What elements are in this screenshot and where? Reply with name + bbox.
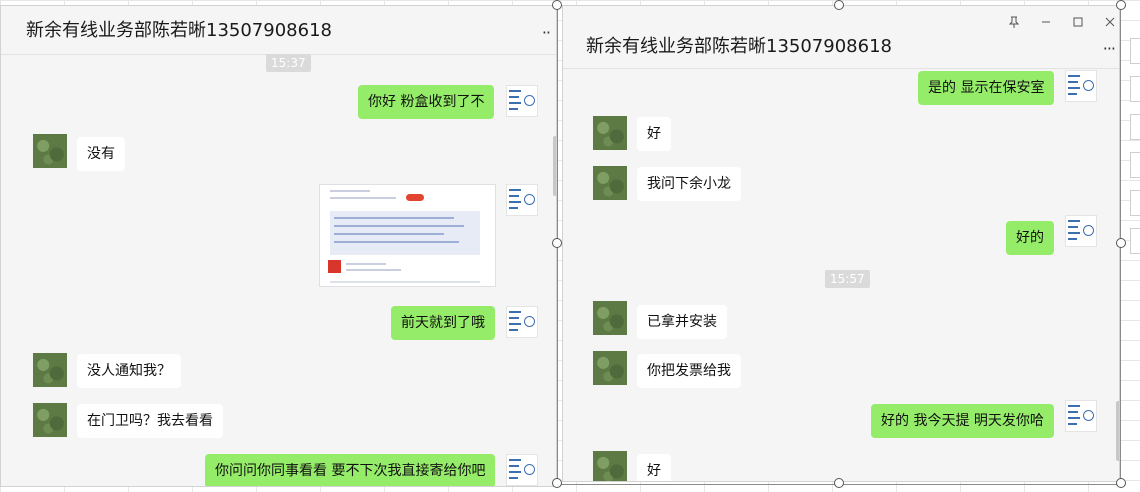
- gutter-cell: [1130, 76, 1140, 102]
- message-bubble-sent[interactable]: 好的 我今天提 明天发你哈: [871, 404, 1054, 438]
- message-bubble-received[interactable]: 没有: [77, 137, 125, 171]
- minimize-icon[interactable]: [1035, 14, 1057, 30]
- contact-avatar[interactable]: [33, 403, 67, 437]
- my-avatar[interactable]: [506, 85, 538, 117]
- resize-handle-top-left[interactable]: [552, 0, 562, 10]
- contact-avatar[interactable]: [593, 166, 627, 200]
- message-bubble-sent[interactable]: 你问问你同事看看 要不下次我直接寄给你吧: [205, 454, 496, 486]
- maximize-icon[interactable]: [1067, 14, 1089, 30]
- resize-handle-top[interactable]: [834, 0, 844, 10]
- gutter-cell: [1130, 114, 1140, 140]
- my-avatar[interactable]: [1065, 400, 1097, 432]
- chat-title: 新余有线业务部陈若晰13507908618: [26, 20, 332, 41]
- message-bubble-received[interactable]: 好: [637, 117, 671, 151]
- message-bubble-sent[interactable]: 前天就到了哦: [391, 306, 495, 340]
- message-bubble-received[interactable]: 没人通知我？: [77, 354, 181, 388]
- contact-avatar[interactable]: [593, 451, 627, 481]
- resize-handle-right[interactable]: [1116, 238, 1126, 248]
- chat-header: 新余有线业务部陈若晰13507908618 ···: [563, 6, 1119, 69]
- message-bubble-received[interactable]: 好: [637, 454, 671, 481]
- chat-window-left: 新余有线业务部陈若晰13507908618 ·· 15:37 你好 粉盒收到了不…: [0, 5, 557, 487]
- message-bubble-received[interactable]: 你把发票给我: [637, 354, 741, 388]
- close-icon[interactable]: [1099, 14, 1119, 30]
- chat-header: 新余有线业务部陈若晰13507908618 ··: [1, 6, 556, 55]
- more-options-icon[interactable]: ··: [542, 25, 551, 41]
- my-avatar[interactable]: [506, 454, 538, 486]
- chat-window-right: 新余有线业务部陈若晰13507908618 ··· 是的 显示在保安室 好 我问…: [562, 5, 1120, 482]
- more-options-icon[interactable]: ···: [1103, 41, 1116, 57]
- pin-icon[interactable]: [1003, 14, 1025, 30]
- message-bubble-sent[interactable]: 你好 粉盒收到了不: [358, 85, 495, 119]
- message-timestamp: 15:57: [825, 270, 870, 288]
- image-message[interactable]: [319, 184, 496, 287]
- message-bubble-sent[interactable]: 好的: [1006, 221, 1054, 255]
- message-bubble-received[interactable]: 在门卫吗？我去看看: [77, 404, 223, 438]
- app-logo-icon: [328, 260, 341, 273]
- resize-handle-left[interactable]: [552, 238, 562, 248]
- my-avatar[interactable]: [506, 184, 538, 216]
- my-avatar[interactable]: [1065, 215, 1097, 247]
- gutter-cell: [1130, 38, 1140, 64]
- spreadsheet-gutter: [1126, 30, 1140, 300]
- gutter-cell: [1130, 152, 1140, 178]
- my-avatar[interactable]: [506, 306, 538, 338]
- message-bubble-received[interactable]: 已拿并安装: [637, 305, 727, 339]
- resize-handle-bottom-right[interactable]: [1116, 478, 1126, 488]
- contact-avatar[interactable]: [33, 134, 67, 168]
- gutter-cell: [1130, 190, 1140, 216]
- message-timestamp: 15:37: [266, 54, 311, 72]
- message-bubble-sent[interactable]: 是的 显示在保安室: [918, 71, 1055, 105]
- contact-avatar[interactable]: [593, 116, 627, 150]
- resize-handle-bottom[interactable]: [834, 478, 844, 488]
- contact-avatar[interactable]: [593, 301, 627, 335]
- message-bubble-received[interactable]: 我问下余小龙: [637, 167, 741, 201]
- resize-handle-top-right[interactable]: [1116, 0, 1126, 10]
- chat-title: 新余有线业务部陈若晰13507908618: [586, 36, 892, 57]
- my-avatar[interactable]: [1065, 70, 1097, 102]
- contact-avatar[interactable]: [33, 353, 67, 387]
- gutter-cell: [1130, 228, 1140, 254]
- resize-handle-bottom-left[interactable]: [552, 478, 562, 488]
- contact-avatar[interactable]: [593, 351, 627, 385]
